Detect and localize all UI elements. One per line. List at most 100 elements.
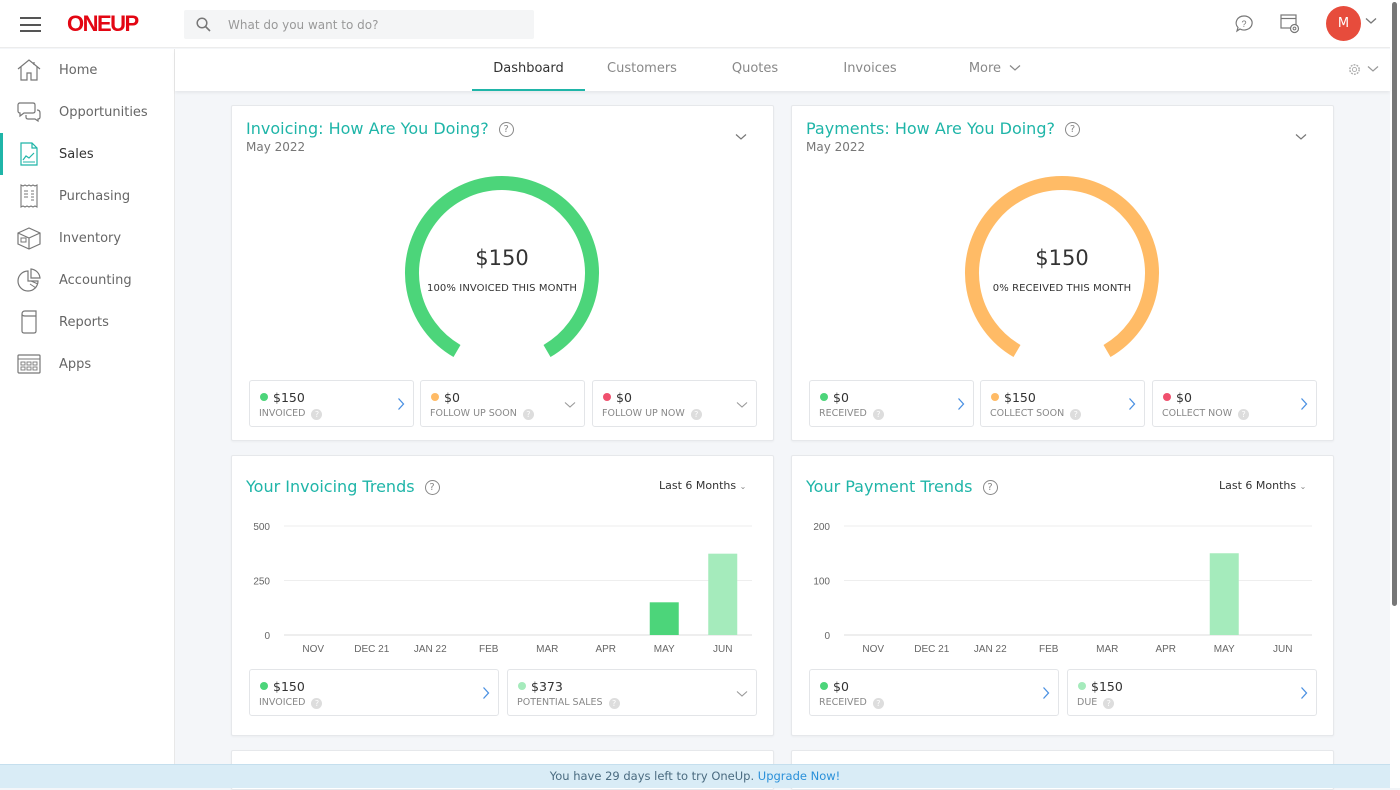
period-select[interactable]: Last 6 Months ⌄ bbox=[1219, 479, 1306, 492]
help-chat-icon[interactable]: ? bbox=[1234, 14, 1254, 34]
sidebar-item-label: Home bbox=[59, 62, 98, 78]
search-input[interactable] bbox=[228, 10, 518, 39]
sidebar-item-purchasing[interactable]: Purchasing bbox=[0, 175, 174, 217]
gear-icon[interactable] bbox=[1347, 62, 1362, 77]
settings-window-icon[interactable] bbox=[1280, 14, 1300, 34]
chevron-down-icon bbox=[736, 402, 748, 408]
bar-due[interactable] bbox=[1209, 553, 1239, 635]
tab-more[interactable]: More bbox=[955, 49, 1035, 91]
stat-label: COLLECT SOON? bbox=[990, 408, 1082, 420]
stat-collect-soon[interactable]: $150 COLLECT SOON? bbox=[980, 380, 1145, 427]
help-icon[interactable]: ? bbox=[872, 409, 884, 420]
chevron-down-icon[interactable] bbox=[1295, 133, 1307, 141]
bar-potential-sales[interactable] bbox=[708, 553, 738, 635]
help-icon[interactable]: ? bbox=[1064, 122, 1080, 137]
help-icon[interactable]: ? bbox=[1238, 409, 1250, 420]
help-icon[interactable]: ? bbox=[982, 480, 998, 495]
x-tick-label: APR bbox=[1155, 644, 1176, 655]
upgrade-link[interactable]: Upgrade Now! bbox=[758, 769, 840, 783]
x-tick-label: MAR bbox=[1096, 644, 1118, 655]
sidebar-item-label: Inventory bbox=[59, 230, 122, 246]
user-avatar[interactable]: M bbox=[1326, 6, 1361, 41]
chevron-down-icon bbox=[1009, 65, 1021, 71]
sidebar-item-label: Reports bbox=[59, 314, 109, 330]
help-icon[interactable]: ? bbox=[498, 122, 514, 137]
stat-label: FOLLOW UP SOON? bbox=[430, 408, 534, 420]
tab-quotes[interactable]: Quotes bbox=[715, 49, 795, 91]
chevron-down-icon[interactable] bbox=[1365, 17, 1377, 25]
help-icon[interactable]: ? bbox=[872, 698, 884, 709]
sidebar-item-accounting[interactable]: Accounting bbox=[0, 259, 174, 301]
card-title: Payments: How Are You Doing?? bbox=[806, 119, 1080, 138]
home-icon bbox=[17, 59, 41, 81]
y-tick-label: 0 bbox=[264, 631, 270, 642]
sidebar-item-reports[interactable]: Reports bbox=[0, 301, 174, 343]
status-dot bbox=[820, 393, 828, 401]
x-tick-label: MAY bbox=[1214, 644, 1235, 655]
sidebar-item-inventory[interactable]: Inventory bbox=[0, 217, 174, 259]
chevron-right-icon bbox=[483, 687, 490, 699]
sidebar-item-home[interactable]: Home bbox=[0, 49, 174, 91]
chevron-down-icon bbox=[736, 691, 748, 697]
pie-chart-icon bbox=[17, 268, 41, 292]
x-tick-label: JUN bbox=[713, 644, 732, 655]
tab-bar: Dashboard Customers Quotes Invoices More bbox=[175, 49, 1390, 91]
chat-bubbles-icon bbox=[17, 102, 41, 123]
stat-value: $0 bbox=[833, 679, 849, 694]
payment-trends-chart: 0 100 200 NOV DEC 21 JAN 22 FEB MAR APR MAY JUN bbox=[813, 522, 1312, 655]
sidebar-item-label: Sales bbox=[59, 146, 94, 162]
help-icon[interactable]: ? bbox=[1103, 698, 1115, 709]
stat-invoiced[interactable]: $150 INVOICED? bbox=[249, 669, 499, 716]
banner-text: You have 29 days left to try OneUp. bbox=[549, 769, 758, 783]
status-dot bbox=[820, 682, 828, 690]
stat-value: $150 bbox=[1004, 390, 1036, 405]
chevron-right-icon bbox=[1129, 398, 1136, 410]
stat-received[interactable]: $0 RECEIVED? bbox=[809, 669, 1059, 716]
box-icon bbox=[17, 227, 41, 250]
stat-value: $0 bbox=[616, 390, 632, 405]
stat-label: COLLECT NOW? bbox=[1162, 408, 1250, 420]
stat-follow-up-now[interactable]: $0 FOLLOW UP NOW? bbox=[592, 380, 757, 427]
card-title: Your Invoicing Trends? bbox=[246, 477, 440, 496]
stat-collect-now[interactable]: $0 COLLECT NOW? bbox=[1152, 380, 1317, 427]
stat-invoiced[interactable]: $150 INVOICED? bbox=[249, 380, 414, 427]
help-icon[interactable]: ? bbox=[311, 698, 323, 709]
help-icon[interactable]: ? bbox=[608, 698, 620, 709]
search-box[interactable] bbox=[184, 10, 534, 39]
sidebar-item-apps[interactable]: Apps bbox=[0, 343, 174, 385]
tab-customers[interactable]: Customers bbox=[595, 49, 689, 91]
stat-received[interactable]: $0 RECEIVED? bbox=[809, 380, 974, 427]
tab-invoices[interactable]: Invoices bbox=[830, 49, 910, 91]
chevron-down-icon[interactable] bbox=[735, 133, 747, 141]
help-icon[interactable]: ? bbox=[1070, 409, 1082, 420]
period-select[interactable]: Last 6 Months ⌄ bbox=[659, 479, 746, 492]
help-icon[interactable]: ? bbox=[690, 409, 702, 420]
stat-due[interactable]: $150 DUE? bbox=[1067, 669, 1317, 716]
stat-value: $0 bbox=[444, 390, 460, 405]
help-icon[interactable]: ? bbox=[522, 409, 534, 420]
chevron-down-icon[interactable] bbox=[1367, 65, 1379, 73]
card-period: May 2022 bbox=[806, 140, 866, 154]
tab-dashboard[interactable]: Dashboard bbox=[472, 49, 585, 91]
sidebar-item-label: Accounting bbox=[59, 272, 132, 288]
x-tick-label: JAN 22 bbox=[414, 644, 447, 655]
sidebar-item-sales[interactable]: Sales bbox=[0, 133, 174, 175]
stat-value: $150 bbox=[273, 679, 305, 694]
sidebar-item-opportunities[interactable]: Opportunities bbox=[0, 91, 174, 133]
gauge-value: $150 bbox=[1035, 246, 1089, 270]
stat-follow-up-soon[interactable]: $0 FOLLOW UP SOON? bbox=[420, 380, 585, 427]
help-icon[interactable]: ? bbox=[424, 480, 440, 495]
bar-invoiced[interactable] bbox=[649, 602, 679, 635]
page-scrollbar[interactable] bbox=[1390, 0, 1400, 788]
scrollbar-thumb[interactable] bbox=[1392, 2, 1397, 606]
sidebar: Home Opportunities Sales Purchasing Inve… bbox=[0, 49, 175, 788]
y-tick-label: 250 bbox=[253, 577, 270, 588]
stat-potential-sales[interactable]: $373 POTENTIAL SALES? bbox=[507, 669, 757, 716]
chevron-right-icon bbox=[398, 398, 405, 410]
stat-label: FOLLOW UP NOW? bbox=[602, 408, 702, 420]
card-title: Invoicing: How Are You Doing?? bbox=[246, 119, 514, 138]
logo[interactable]: ONEUP bbox=[67, 11, 139, 37]
stat-label: POTENTIAL SALES? bbox=[517, 697, 620, 709]
hamburger-menu-icon[interactable] bbox=[20, 17, 41, 32]
help-icon[interactable]: ? bbox=[311, 409, 323, 420]
